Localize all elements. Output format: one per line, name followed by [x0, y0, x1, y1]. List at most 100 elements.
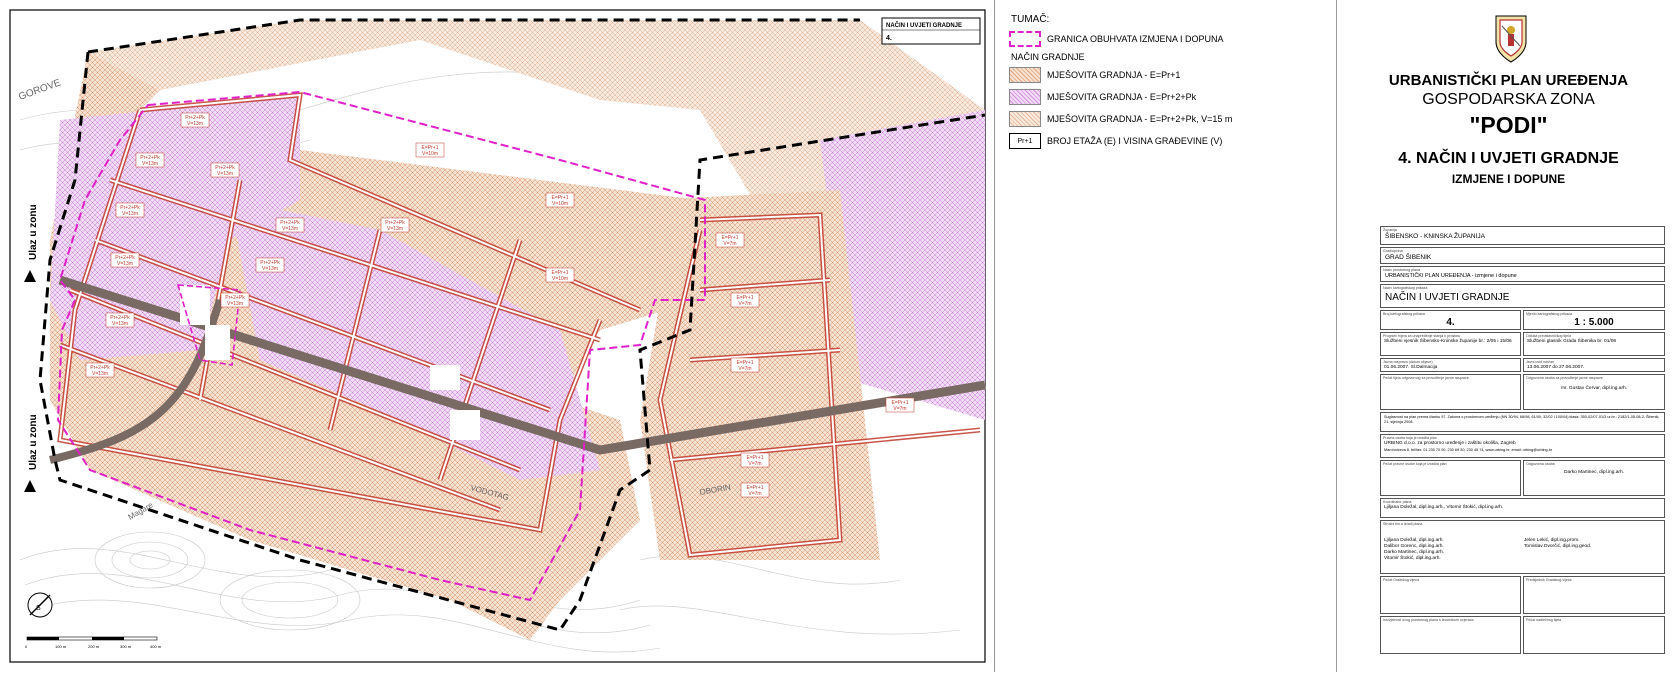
zone-label: Pr+2+PkV=13m — [220, 292, 250, 308]
svg-text:V=13m: V=13m — [217, 171, 233, 177]
svg-text:4.: 4. — [886, 35, 892, 42]
tb-council-stamp: Pečat Gradskog vijeća — [1380, 576, 1521, 614]
legend-row-pr2pk-v15: MJEŠOVITA GRADNJA - E=Pr+2+Pk, V=15 m — [1009, 110, 1232, 128]
zone-label: E=Pr+1V=10m — [545, 192, 575, 208]
zone-label: Pr+2+PkV=13m — [115, 202, 145, 218]
svg-text:S: S — [36, 605, 41, 612]
legend-item-pr2pk: MJEŠOVITA GRADNJA - E=Pr+2+Pk — [1047, 92, 1197, 102]
svg-text:300 m: 300 m — [120, 644, 132, 649]
legend-title: TUMAČ: — [1011, 14, 1050, 25]
svg-text:V=7m: V=7m — [738, 301, 751, 307]
tb-authentic: Istovjetnost ovog prostornog plana s izv… — [1380, 616, 1521, 654]
svg-text:V=13m: V=13m — [92, 371, 108, 377]
tb-debate-stamp: Pečat tijela odgovornog za provođenje ja… — [1380, 374, 1521, 410]
tb-map-scale: Mjerilo kartografskog prikaza 1 : 5.000 — [1523, 310, 1665, 330]
svg-text:Ulaz u zonu: Ulaz u zonu — [28, 414, 39, 470]
title-line2: GOSPODARSKA ZONA — [1422, 91, 1595, 108]
svg-text:V=13m: V=13m — [227, 301, 243, 307]
title-line4: 4. NAČIN I UVJETI GRADNJE — [1398, 150, 1619, 167]
svg-text:Ulaz u zonu: Ulaz u zonu — [28, 204, 39, 260]
svg-text:200 m: 200 m — [88, 644, 100, 649]
svg-text:V=7m: V=7m — [893, 406, 906, 412]
tb-decision: Program mjera za unapređenje stanja u pr… — [1380, 332, 1521, 356]
svg-text:V=10m: V=10m — [552, 276, 568, 282]
svg-text:NAČIN I UVJETI GRADNJE: NAČIN I UVJETI GRADNJE — [886, 22, 962, 29]
zone-label: E=Pr+1V=7m — [740, 452, 770, 468]
legend-row-pr1: MJEŠOVITA GRADNJA - E=Pr+1 — [1009, 66, 1180, 84]
svg-text:400 m: 400 m — [150, 644, 162, 649]
tb-maker-stamp: Pečat pravne osobe koja je izradila plan — [1380, 460, 1521, 496]
svg-text:100 m: 100 m — [55, 644, 67, 649]
svg-text:V=13m: V=13m — [282, 226, 298, 232]
zone-label: Pr+2+PkV=13m — [180, 112, 210, 128]
plan-map[interactable]: Pr+2+PkV=13m Pr+2+PkV=13m Pr+2+PkV=13m E=Pr… — [0, 0, 994, 672]
svg-text:V=13m: V=13m — [187, 121, 203, 127]
svg-text:V=7m: V=7m — [723, 241, 736, 247]
zone-label: Pr+2+PkV=13m — [255, 257, 285, 273]
tb-debate-responsible: Odgovorna osoba za provođenje javne rasp… — [1523, 374, 1665, 410]
title-line3: "PODI" — [1469, 112, 1548, 138]
boundary-swatch — [1009, 31, 1041, 47]
tb-row-map-name: Naziv kartografskog prikaza NAČIN I UVJE… — [1380, 284, 1665, 308]
svg-text:V=13m: V=13m — [122, 211, 138, 217]
north-arrow: S — [27, 592, 53, 618]
legend-item-pr1: MJEŠOVITA GRADNJA - E=Pr+1 — [1047, 70, 1181, 80]
tb-coordinator: Koordinator plana Ljiljana Doležal, dipl… — [1380, 498, 1665, 518]
legend-floors-label: BROJ ETAŽA (E) I VISINA GRAĐEVINE (V) — [1047, 136, 1223, 146]
empty-plot — [430, 365, 460, 390]
coat-of-arms-icon — [1495, 15, 1527, 63]
zone-label: Pr+2+PkV=13m — [85, 362, 115, 378]
zone-label: E=Pr+1V=10m — [545, 267, 575, 283]
tb-public-debate: Javna rasprava (datum objave) 01.06.2007… — [1380, 358, 1521, 372]
tb-publication: Odluka predstavničkog tijela Službeni gl… — [1523, 332, 1665, 356]
legend-boundary-label: GRANICA OBUHVATA IZMJENA I DOPUNA — [1047, 34, 1224, 44]
legend-row-floors: Pr+1 BROJ ETAŽA (E) I VISINA GRAĐEVINE (… — [1009, 132, 1222, 150]
empty-plot — [450, 410, 480, 440]
map-stamp: NAČIN I UVJETI GRADNJE 4. — [881, 17, 981, 45]
tb-team: Stručni tim u izradi plana Ljiljana Dole… — [1380, 520, 1665, 574]
title-line1: URBANISTIČKI PLAN UREĐENJA — [1388, 72, 1629, 89]
svg-text:V=13m: V=13m — [112, 321, 128, 327]
svg-text:V=13m: V=13m — [387, 226, 403, 232]
map-panel: Pr+2+Pk V=13m Pr+2+Pk V=13m Pr+2+Pk V=13m E=Pr… — [0, 0, 995, 672]
svg-text:V=7m: V=7m — [748, 461, 761, 467]
title-panel: URBANISTIČKI PLAN UREĐENJA GOSPODARSKA Z… — [1337, 0, 1680, 672]
zone-label: Pr+2+PkV=13m — [105, 312, 135, 328]
svg-text:V=13m: V=13m — [142, 161, 158, 167]
svg-text:V=7m: V=7m — [738, 366, 751, 372]
floors-badge: Pr+1 — [1009, 133, 1041, 149]
zone-label: E=Pr+1V=7m — [730, 357, 760, 373]
svg-text:V=10m: V=10m — [422, 151, 438, 157]
legend-row-pr2pk: MJEŠOVITA GRADNJA - E=Pr+2+Pk — [1009, 88, 1196, 106]
tb-council-president: Predsjednik Gradskog vijeća — [1523, 576, 1665, 614]
zone-label: E=Pr+1V=7m — [715, 232, 745, 248]
legend-section-label: NAČIN GRADNJE — [1011, 52, 1085, 62]
tb-row-plan-name: Naziv prostornog plana URBANISTIČKI PLAN… — [1380, 266, 1665, 282]
legend-swatch-pr2pk-v15 — [1009, 111, 1041, 127]
zone-label: E=Pr+1V=7m — [730, 292, 760, 308]
zone-mixed-pr1-east[interactable] — [640, 190, 880, 560]
zone-label: Pr+2+PkV=13m — [135, 152, 165, 168]
zone-label: E=Pr+1V=7m — [885, 397, 915, 413]
svg-text:V=10m: V=10m — [552, 201, 568, 207]
svg-text:V=13m: V=13m — [262, 266, 278, 272]
zone-label: Pr+2+PkV=13m — [380, 217, 410, 233]
svg-text:V=7m: V=7m — [748, 491, 761, 497]
legend-panel: TUMAČ: GRANICA OBUHVATA IZMJENA I DOPUNA… — [995, 0, 1337, 672]
legend-swatch-pr2pk — [1009, 89, 1041, 105]
tb-map-number: Broj kartografskog prikaza 4. — [1380, 310, 1521, 330]
tb-authentic-stamp: Pečat nadležnog tijela — [1523, 616, 1665, 654]
zone-label: E=Pr+1V=7m — [740, 482, 770, 498]
zone-label: Pr+2+PkV=13m — [275, 217, 305, 233]
zone-label: Pr+2+PkV=13m — [110, 252, 140, 268]
svg-text:V=13m: V=13m — [117, 261, 133, 267]
legend-row-boundary: GRANICA OBUHVATA IZMJENA I DOPUNA — [1009, 30, 1224, 48]
zone-label: E=Pr+1V=10m — [415, 142, 445, 158]
tb-maker-responsible: Odgovorna osoba Darko Martinec, dipl.ing… — [1523, 460, 1665, 496]
empty-plot — [205, 325, 230, 360]
legend-swatch-pr1 — [1009, 67, 1041, 83]
title-line5: IZMJENE I DOPUNE — [1451, 172, 1566, 186]
tb-row-city: Grad/općina GRAD ŠIBENIK — [1380, 247, 1665, 264]
tb-public-insight: Javni uvid održan 13.06.2007 do 27.06.20… — [1523, 358, 1665, 372]
zone-label: Pr+2+PkV=13m — [210, 162, 240, 178]
